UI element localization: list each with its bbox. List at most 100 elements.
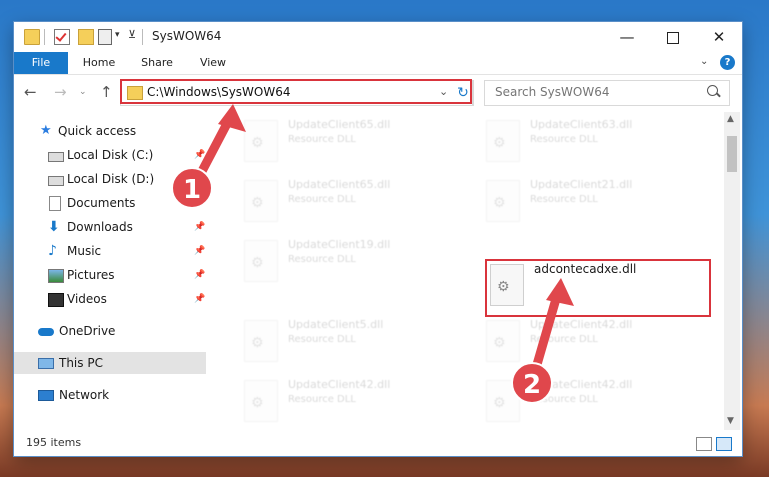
tab-share[interactable]: Share (132, 52, 182, 74)
properties-icon[interactable] (98, 29, 112, 45)
sidebar-item-label: Music (67, 244, 102, 258)
file-type: Resource DLL (288, 254, 356, 265)
file-name: UpdateClient65.dll (288, 178, 391, 191)
file-type: Resource DLL (530, 394, 598, 405)
tab-home[interactable]: Home (74, 52, 124, 74)
file-item[interactable]: UpdateClient42.dll Resource DLL (486, 378, 716, 430)
file-item[interactable]: UpdateClient65.dll Resource DLL (244, 118, 474, 174)
toolbar-separator (142, 29, 143, 45)
music-icon: ♪ (48, 243, 57, 259)
drive-icon (48, 176, 64, 186)
sidebar-item-music[interactable]: ♪ Music 📌 (14, 240, 206, 262)
refresh-button[interactable]: ↻ (454, 80, 473, 106)
scroll-up-icon[interactable]: ▲ (727, 114, 734, 124)
minimize-button[interactable]: — (604, 22, 650, 52)
network-icon (38, 390, 54, 401)
sidebar-item-label: OneDrive (59, 324, 116, 338)
file-name: UpdateClient19.dll (288, 238, 391, 251)
file-item[interactable]: UpdateClient19.dll Resource DLL (244, 238, 474, 294)
maximize-button[interactable] (650, 22, 696, 52)
dll-file-icon (486, 180, 520, 222)
file-item[interactable]: UpdateClient42.dll Resource DLL (244, 378, 474, 430)
sidebar-item-onedrive[interactable]: OneDrive (14, 320, 206, 342)
help-icon[interactable]: ? (720, 55, 735, 70)
vertical-scrollbar[interactable]: ▲ ▼ (724, 112, 740, 430)
file-type: Resource DLL (530, 194, 598, 205)
pin-icon[interactable]: 📌 (194, 216, 205, 238)
file-type: Resource DLL (288, 134, 356, 145)
recent-locations-icon[interactable]: ⌄ (79, 87, 87, 97)
dll-file-icon (244, 380, 278, 422)
file-name: UpdateClient42.dll (530, 378, 633, 391)
properties-check-icon[interactable] (54, 29, 70, 45)
dll-file-icon (486, 320, 520, 362)
sidebar-item-this-pc[interactable]: This PC (14, 352, 206, 374)
quick-access-dropdown-icon[interactable]: ▾ (115, 30, 120, 40)
ribbon-tabs: File Home Share View ⌄ ? (14, 52, 742, 75)
up-button[interactable]: ↑ (100, 83, 113, 101)
expand-ribbon-icon[interactable]: ⌄ (700, 56, 708, 67)
sidebar-item-downloads[interactable]: ⬇ Downloads 📌 (14, 216, 206, 238)
pin-icon[interactable]: 📌 (194, 192, 205, 214)
file-name: UpdateClient42.dll (530, 318, 633, 331)
file-name: UpdateClient21.dll (530, 178, 633, 191)
sidebar-item-label: Quick access (58, 124, 137, 138)
cloud-icon (38, 328, 54, 336)
forward-button[interactable]: → (54, 83, 67, 101)
new-folder-icon[interactable] (78, 29, 94, 45)
sidebar-item-local-disk-c[interactable]: Local Disk (C:) 📌 (14, 144, 206, 166)
tab-view[interactable]: View (190, 52, 236, 74)
customize-toolbar-icon[interactable]: ⊻ (128, 28, 136, 41)
back-button[interactable]: ← (24, 83, 37, 101)
file-item[interactable]: UpdateClient5.dll Resource DLL (244, 318, 474, 374)
file-item[interactable]: UpdateClient65.dll Resource DLL (244, 178, 474, 234)
address-path[interactable]: C:\Windows\SysWOW64 (147, 85, 291, 99)
file-item[interactable]: UpdateClient42.dll Resource DLL (486, 318, 716, 374)
pin-icon[interactable]: 📌 (194, 144, 205, 166)
title-bar: ▾ ⊻ SysWOW64 — ✕ (14, 22, 742, 52)
maximize-icon (667, 31, 679, 44)
file-item[interactable]: UpdateClient21.dll Resource DLL (486, 178, 716, 234)
file-item[interactable]: UpdateClient63.dll Resource DLL (486, 118, 716, 174)
window-title: SysWOW64 (152, 29, 222, 43)
dll-file-icon (486, 380, 520, 422)
file-type: Resource DLL (530, 134, 598, 145)
sidebar-item-label: This PC (59, 356, 103, 370)
scroll-thumb[interactable] (727, 136, 737, 172)
dll-file-icon (244, 240, 278, 282)
videos-icon (48, 293, 64, 307)
sidebar-item-network[interactable]: Network (14, 384, 206, 406)
sidebar-item-quick-access[interactable]: ★ Quick access (14, 120, 206, 142)
pin-icon[interactable]: 📌 (194, 240, 205, 262)
sidebar-item-label: Downloads (67, 220, 133, 234)
tab-file[interactable]: File (14, 52, 68, 74)
sidebar-item-local-disk-d[interactable]: Local Disk (D:) (14, 168, 206, 190)
folder-icon[interactable] (24, 29, 40, 45)
file-name: UpdateClient63.dll (530, 118, 633, 131)
search-box[interactable] (484, 80, 730, 106)
sidebar-item-videos[interactable]: Videos 📌 (14, 288, 206, 310)
star-icon: ★ (40, 123, 52, 138)
file-name: UpdateClient5.dll (288, 318, 384, 331)
scroll-down-icon[interactable]: ▼ (727, 416, 734, 426)
sidebar-item-label: Local Disk (D:) (67, 172, 155, 186)
details-view-icon[interactable] (696, 437, 712, 451)
large-icons-view-icon[interactable] (716, 437, 732, 451)
pin-icon[interactable]: 📌 (194, 288, 205, 310)
address-bar[interactable]: C:\Windows\SysWOW64 ⌄ (120, 80, 474, 106)
search-input[interactable] (493, 84, 697, 100)
file-list: UpdateClient65.dll Resource DLL UpdateCl… (220, 112, 728, 430)
pin-icon[interactable]: 📌 (194, 264, 205, 286)
file-explorer-window: ▾ ⊻ SysWOW64 — ✕ File Home Share View ⌄ … (14, 22, 742, 456)
address-dropdown-icon[interactable]: ⌄ (439, 85, 448, 98)
dll-file-icon (486, 120, 520, 162)
dll-file-icon (244, 180, 278, 222)
search-icon[interactable] (707, 85, 718, 96)
sidebar-item-pictures[interactable]: Pictures 📌 (14, 264, 206, 286)
file-name: UpdateClient65.dll (288, 118, 391, 131)
file-type: Resource DLL (288, 194, 356, 205)
navigation-bar: ← → ⌄ ↑ C:\Windows\SysWOW64 ⌄ ↻ (14, 75, 742, 111)
sidebar-item-label: Network (59, 388, 110, 402)
close-button[interactable]: ✕ (696, 22, 742, 52)
sidebar-item-documents[interactable]: Documents 📌 (14, 192, 206, 214)
